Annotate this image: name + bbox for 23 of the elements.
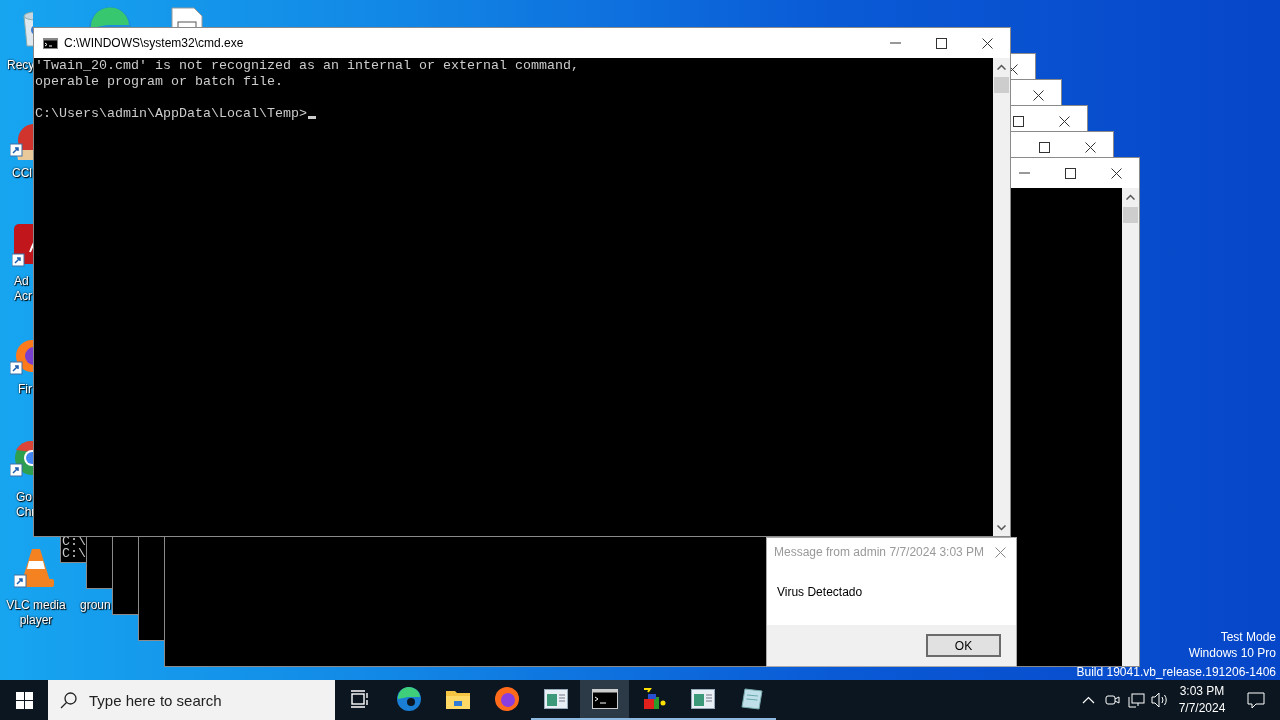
console-line: operable program or batch file.	[35, 74, 283, 90]
system-watermark-text: Windows 10 Pro	[1188, 646, 1276, 660]
ok-button[interactable]: OK	[926, 634, 1001, 657]
clock[interactable]: 3:03 PM 7/7/2024	[1172, 683, 1232, 717]
icon-label[interactable]: Fir	[18, 382, 32, 397]
console-line: 'Twain_20.cmd' is not recognized as an internal or external command,	[35, 58, 579, 74]
search-bar[interactable]: Type here to search	[48, 680, 335, 720]
search-field[interactable]: Type here to search	[87, 690, 321, 710]
window-title: C:\WINDOWS\system32\cmd.exe	[64, 36, 245, 50]
command-prompt[interactable]: C:\Users\admin\AppData\Local\Temp>	[35, 106, 316, 122]
system-watermark-text: Build 19041.vb_release.191206-1406	[1076, 665, 1276, 679]
icon-label[interactable]: Recy	[7, 58, 35, 73]
console-line: C:\	[62, 548, 86, 560]
icon-label[interactable]: groun	[80, 598, 111, 613]
icon-label[interactable]: VLC media player	[0, 598, 72, 628]
icon-label[interactable]: Go Chr	[16, 490, 36, 520]
system-watermark-text: Test Mode	[1220, 630, 1276, 644]
clock-date: 7/7/2024	[1178, 700, 1226, 717]
dialog-title: Message from admin 7/7/2024 3:03 PM	[774, 545, 985, 559]
dialog-message: Virus Detectado	[777, 585, 863, 599]
icon-label[interactable]: Ad Acr	[14, 274, 32, 304]
clock-time: 3:03 PM	[1179, 683, 1225, 700]
icon-label[interactable]: CCl	[12, 166, 32, 181]
